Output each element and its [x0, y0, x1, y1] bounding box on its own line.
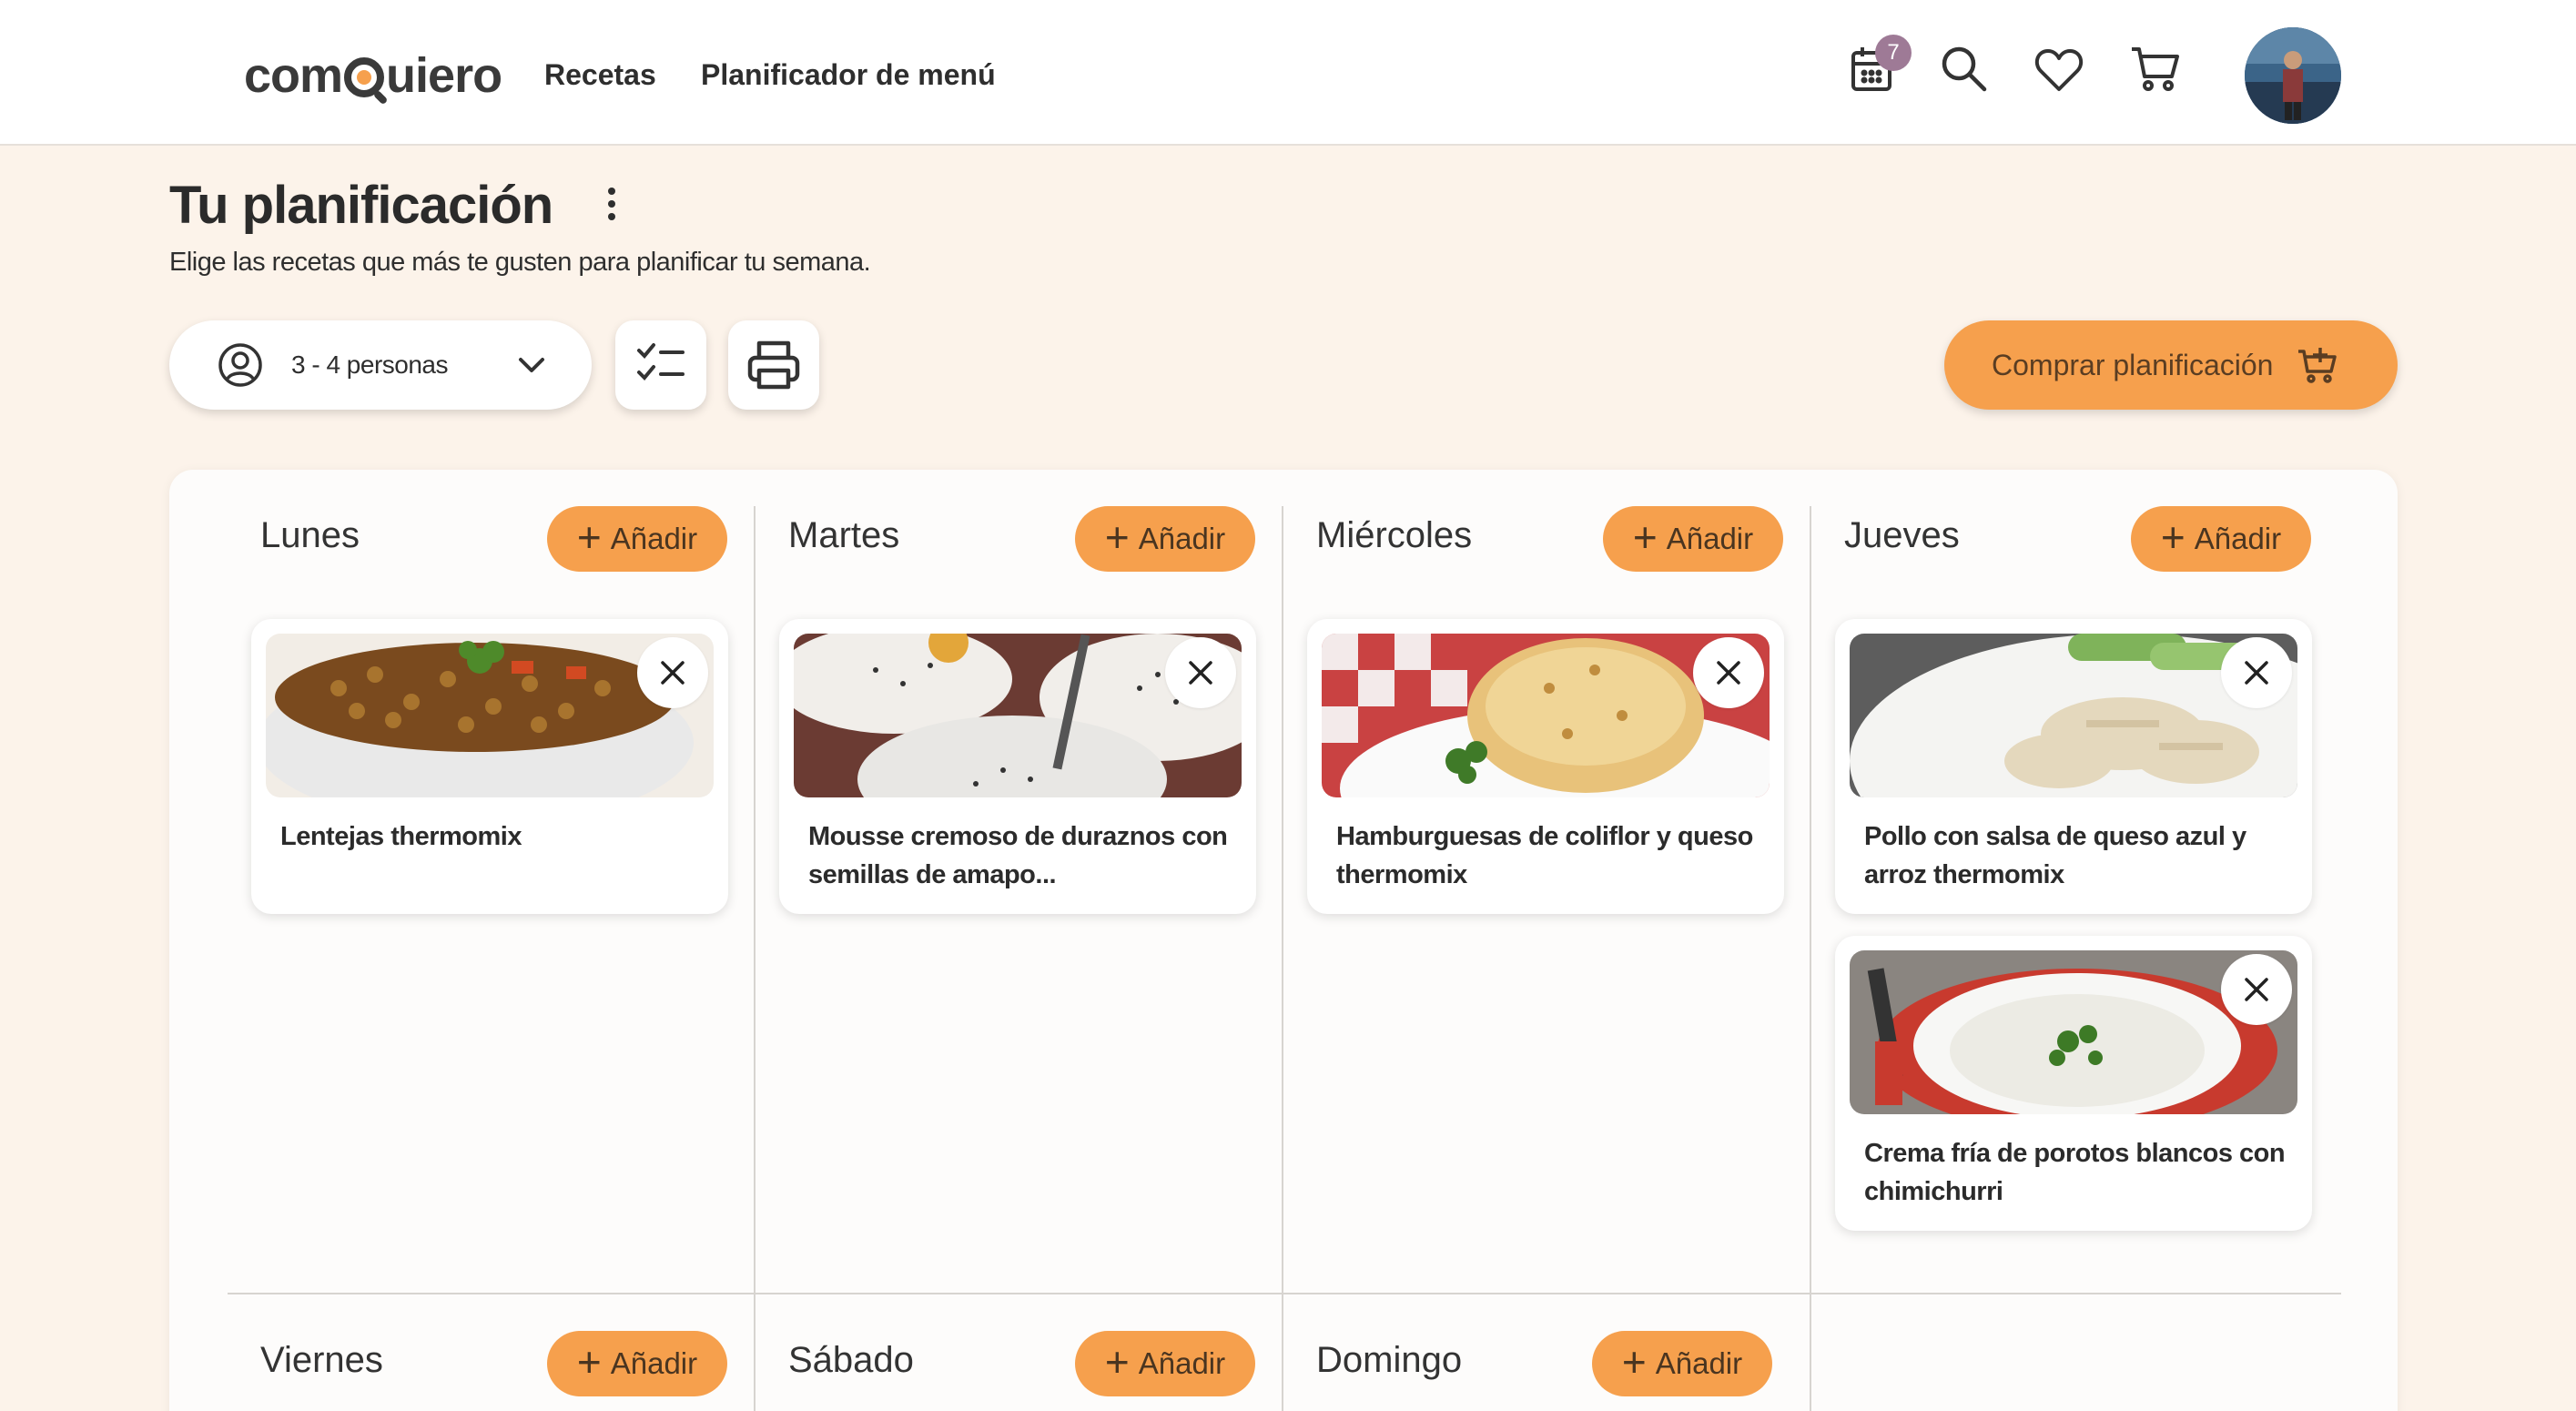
recipe-title: Crema fría de porotos blancos con chimic… — [1864, 1139, 2286, 1206]
add-label: Añadir — [1666, 522, 1754, 555]
close-icon — [1717, 661, 1740, 685]
plus-icon: + — [1632, 513, 1658, 561]
nav-recipes-link[interactable]: Recetas — [544, 58, 656, 92]
people-selector[interactable]: 3 - 4 personas — [169, 320, 592, 410]
remove-recipe-button[interactable] — [2221, 954, 2292, 1025]
checklist-button[interactable] — [615, 320, 706, 410]
add-recipe-button-jueves[interactable]: + Añadir — [2131, 506, 2311, 572]
recipe-card[interactable]: Crema fría de porotos blancos con chimic… — [1835, 936, 2312, 1231]
recipe-card[interactable]: Mousse cremoso de duraznos con semillas … — [779, 619, 1256, 914]
add-recipe-button-sabado[interactable]: + Añadir — [1075, 1331, 1255, 1396]
recipe-card[interactable]: Hamburguesas de coliflor y queso thermom… — [1307, 619, 1784, 914]
recipe-title: Pollo con salsa de queso azul y arroz th… — [1864, 822, 2246, 889]
plus-icon: + — [576, 1338, 602, 1386]
add-recipe-button-miercoles[interactable]: + Añadir — [1603, 506, 1783, 572]
plus-icon: + — [1104, 1338, 1130, 1386]
column-divider — [1810, 506, 1811, 1411]
add-label: Añadir — [1138, 522, 1226, 555]
add-label: Añadir — [2194, 522, 2282, 555]
day-name-sabado: Sábado — [788, 1340, 914, 1380]
row-divider — [228, 1293, 2341, 1294]
chevron-down-icon — [519, 358, 544, 372]
plus-icon: + — [1621, 1338, 1647, 1386]
printer-icon — [747, 340, 800, 390]
recipe-title: Hamburguesas de coliflor y queso thermom… — [1336, 822, 1753, 889]
day-name-jueves: Jueves — [1844, 515, 1960, 555]
buy-plan-label: Comprar planificación — [1992, 348, 2274, 381]
logo[interactable]: com uiero — [244, 47, 502, 104]
top-navigation-bar: com uiero Recetas Planificador de menú 7 — [0, 0, 2576, 146]
close-icon — [661, 661, 685, 685]
plus-icon: + — [576, 513, 602, 561]
add-label: Añadir — [1655, 1346, 1743, 1380]
remove-recipe-button[interactable] — [1693, 637, 1764, 708]
calendar-count-badge: 7 — [1875, 35, 1912, 71]
day-name-miercoles: Miércoles — [1316, 515, 1473, 555]
weekly-planner: Lunes + Añadir Martes + Añadir Miércoles +… — [169, 470, 2398, 1411]
user-circle-icon — [218, 343, 262, 387]
close-icon — [1189, 661, 1212, 685]
heart-icon[interactable] — [2030, 40, 2088, 98]
close-icon — [2245, 978, 2268, 1001]
buy-plan-button[interactable]: Comprar planificación — [1944, 320, 2398, 410]
add-recipe-button-martes[interactable]: + Añadir — [1075, 506, 1255, 572]
search-icon[interactable] — [1935, 40, 1993, 98]
remove-recipe-button[interactable] — [1165, 637, 1236, 708]
add-label: Añadir — [610, 1346, 698, 1380]
recipe-card[interactable]: Lentejas thermomix — [251, 619, 728, 914]
cart-icon[interactable] — [2126, 40, 2185, 98]
add-recipe-button-viernes[interactable]: + Añadir — [547, 1331, 727, 1396]
user-avatar[interactable] — [2245, 27, 2341, 124]
more-options-icon[interactable] — [593, 182, 630, 233]
plus-icon: + — [1104, 513, 1130, 561]
close-icon — [2245, 661, 2268, 685]
print-button[interactable] — [728, 320, 819, 410]
day-name-viernes: Viernes — [260, 1340, 383, 1380]
page-title: Tu planificación — [169, 176, 553, 235]
plus-icon: + — [2160, 513, 2186, 561]
logo-text-start: com — [244, 48, 343, 103]
remove-recipe-button[interactable] — [2221, 637, 2292, 708]
add-label: Añadir — [610, 522, 698, 555]
day-name-martes: Martes — [788, 515, 900, 555]
cart-add-icon — [2298, 348, 2338, 383]
page-subtitle: Elige las recetas que más te gusten para… — [169, 248, 871, 277]
checklist-icon — [637, 343, 685, 381]
add-recipe-button-domingo[interactable]: + Añadir — [1592, 1331, 1772, 1396]
logo-q-icon — [344, 57, 385, 97]
recipe-title: Mousse cremoso de duraznos con semillas … — [808, 822, 1228, 889]
day-name-domingo: Domingo — [1316, 1340, 1463, 1380]
add-recipe-button-lunes[interactable]: + Añadir — [547, 506, 727, 572]
logo-text-end: uiero — [386, 48, 502, 103]
column-divider — [1282, 506, 1283, 1411]
nav-planner-link[interactable]: Planificador de menú — [701, 58, 996, 92]
day-name-lunes: Lunes — [260, 515, 360, 555]
remove-recipe-button[interactable] — [637, 637, 708, 708]
column-divider — [754, 506, 756, 1411]
people-selector-value: 3 - 4 personas — [291, 350, 449, 379]
add-label: Añadir — [1138, 1346, 1226, 1380]
recipe-title: Lentejas thermomix — [280, 822, 522, 851]
recipe-card[interactable]: Pollo con salsa de queso azul y arroz th… — [1835, 619, 2312, 914]
